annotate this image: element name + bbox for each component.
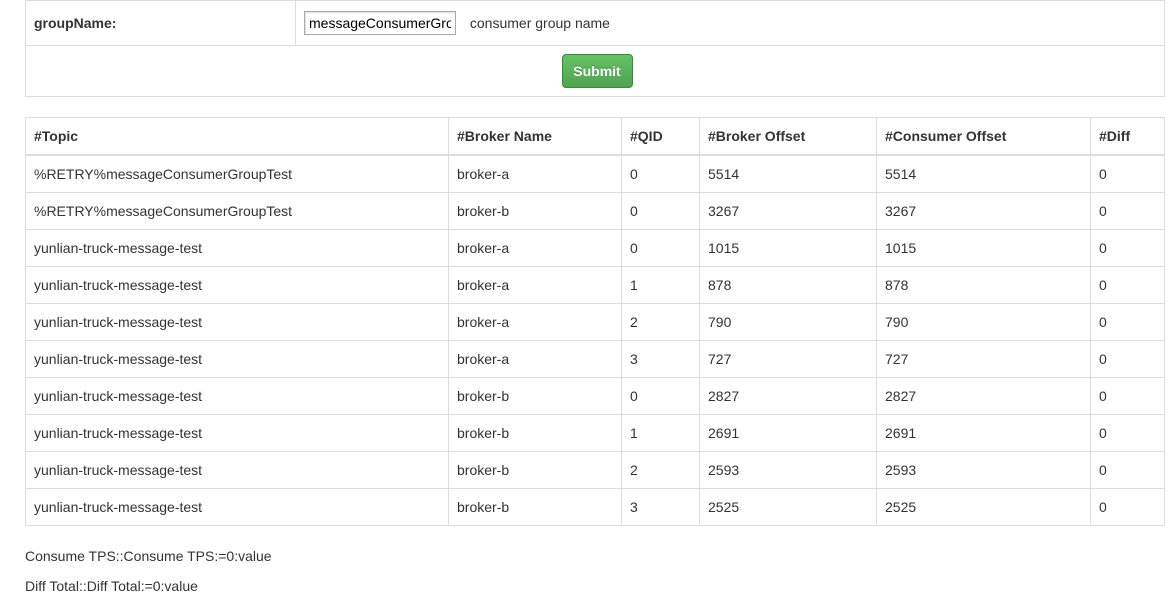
table-row: yunlian-truck-message-test broker-a 0 1015 1… <box>25 229 1165 267</box>
cell-consumer-offset: 790 <box>876 303 1091 341</box>
header-broker-offset: #Broker Offset <box>699 117 877 156</box>
cell-diff: 0 <box>1090 192 1165 230</box>
table-row: yunlian-truck-message-test broker-b 3 2525 2… <box>25 488 1165 526</box>
submit-row: Submit <box>25 45 1165 97</box>
cell-broker-name: broker-b <box>448 192 622 230</box>
cell-broker-offset: 2691 <box>699 414 877 452</box>
cell-consumer-offset: 727 <box>876 340 1091 378</box>
header-broker-name: #Broker Name <box>448 117 622 156</box>
cell-consumer-offset: 2827 <box>876 377 1091 415</box>
cell-qid: 0 <box>621 229 700 267</box>
cell-qid: 0 <box>621 154 700 193</box>
cell-diff: 0 <box>1090 377 1165 415</box>
cell-qid: 3 <box>621 488 700 526</box>
group-name-input-cell: consumer group name <box>295 0 1165 46</box>
cell-broker-offset: 878 <box>699 266 877 304</box>
cell-broker-offset: 2525 <box>699 488 877 526</box>
cell-qid: 0 <box>621 192 700 230</box>
query-form: groupName: consumer group name Submit <box>25 0 1165 97</box>
cell-qid: 2 <box>621 303 700 341</box>
cell-qid: 2 <box>621 451 700 489</box>
cell-topic: %RETRY%messageConsumerGroupTest <box>25 192 449 230</box>
table-row: yunlian-truck-message-test broker-a 2 790 79… <box>25 303 1165 341</box>
cell-broker-name: broker-b <box>448 414 622 452</box>
submit-button[interactable]: Submit <box>561 54 633 88</box>
cell-topic: yunlian-truck-message-test <box>25 451 449 489</box>
group-name-input[interactable] <box>304 11 456 35</box>
cell-diff: 0 <box>1090 303 1165 341</box>
cell-broker-name: broker-a <box>448 154 622 193</box>
header-qid: #QID <box>621 117 700 156</box>
diff-total-stat: Diff Total::Diff Total:=0:value <box>25 578 198 594</box>
cell-broker-name: broker-a <box>448 340 622 378</box>
cell-broker-name: broker-a <box>448 303 622 341</box>
table-row: yunlian-truck-message-test broker-a 1 878 87… <box>25 266 1165 304</box>
cell-broker-name: broker-b <box>448 488 622 526</box>
cell-broker-name: broker-a <box>448 229 622 267</box>
cell-consumer-offset: 2691 <box>876 414 1091 452</box>
cell-broker-offset: 2827 <box>699 377 877 415</box>
table-row: %RETRY%messageConsumerGroupTest broker-a 0… <box>25 154 1165 193</box>
cell-broker-name: broker-b <box>448 451 622 489</box>
cell-topic: yunlian-truck-message-test <box>25 488 449 526</box>
cell-diff: 0 <box>1090 451 1165 489</box>
cell-topic: %RETRY%messageConsumerGroupTest <box>25 154 449 193</box>
cell-topic: yunlian-truck-message-test <box>25 377 449 415</box>
cell-topic: yunlian-truck-message-test <box>25 229 449 267</box>
cell-broker-offset: 790 <box>699 303 877 341</box>
table-row: yunlian-truck-message-test broker-b 1 2691 2… <box>25 414 1165 452</box>
consumer-progress-page: groupName: consumer group name Submit #T… <box>0 0 1171 595</box>
cell-diff: 0 <box>1090 266 1165 304</box>
cell-broker-name: broker-a <box>448 266 622 304</box>
cell-diff: 0 <box>1090 488 1165 526</box>
cell-qid: 0 <box>621 377 700 415</box>
cell-broker-offset: 727 <box>699 340 877 378</box>
group-name-label-cell: groupName: <box>25 0 296 46</box>
cell-topic: yunlian-truck-message-test <box>25 414 449 452</box>
header-topic: #Topic <box>25 117 449 156</box>
table-header-row: #Topic #Broker Name #QID #Broker Offset … <box>25 117 1165 156</box>
cell-consumer-offset: 878 <box>876 266 1091 304</box>
cell-qid: 1 <box>621 414 700 452</box>
table-row: yunlian-truck-message-test broker-b 2 2593 2… <box>25 451 1165 489</box>
group-name-hint: consumer group name <box>469 15 610 31</box>
cell-topic: yunlian-truck-message-test <box>25 340 449 378</box>
cell-consumer-offset: 5514 <box>876 154 1091 193</box>
cell-diff: 0 <box>1090 340 1165 378</box>
cell-consumer-offset: 2593 <box>876 451 1091 489</box>
offset-table: #Topic #Broker Name #QID #Broker Offset … <box>25 117 1165 526</box>
header-diff: #Diff <box>1090 117 1165 156</box>
cell-consumer-offset: 3267 <box>876 192 1091 230</box>
cell-diff: 0 <box>1090 229 1165 267</box>
table-row: yunlian-truck-message-test broker-b 0 2827 2… <box>25 377 1165 415</box>
cell-consumer-offset: 2525 <box>876 488 1091 526</box>
cell-qid: 1 <box>621 266 700 304</box>
header-consumer-offset: #Consumer Offset <box>876 117 1091 156</box>
table-row: yunlian-truck-message-test broker-a 3 727 72… <box>25 340 1165 378</box>
cell-qid: 3 <box>621 340 700 378</box>
cell-broker-offset: 1015 <box>699 229 877 267</box>
cell-consumer-offset: 1015 <box>876 229 1091 267</box>
cell-broker-offset: 3267 <box>699 192 877 230</box>
cell-broker-offset: 5514 <box>699 154 877 193</box>
offset-table-body: %RETRY%messageConsumerGroupTest broker-a 0… <box>25 154 1165 526</box>
cell-broker-offset: 2593 <box>699 451 877 489</box>
cell-broker-name: broker-b <box>448 377 622 415</box>
cell-diff: 0 <box>1090 414 1165 452</box>
cell-diff: 0 <box>1090 154 1165 193</box>
cell-topic: yunlian-truck-message-test <box>25 266 449 304</box>
cell-topic: yunlian-truck-message-test <box>25 303 449 341</box>
table-row: %RETRY%messageConsumerGroupTest broker-b 0… <box>25 192 1165 230</box>
consume-tps-stat: Consume TPS::Consume TPS:=0:value <box>25 548 272 564</box>
group-name-label: groupName: <box>34 15 117 31</box>
